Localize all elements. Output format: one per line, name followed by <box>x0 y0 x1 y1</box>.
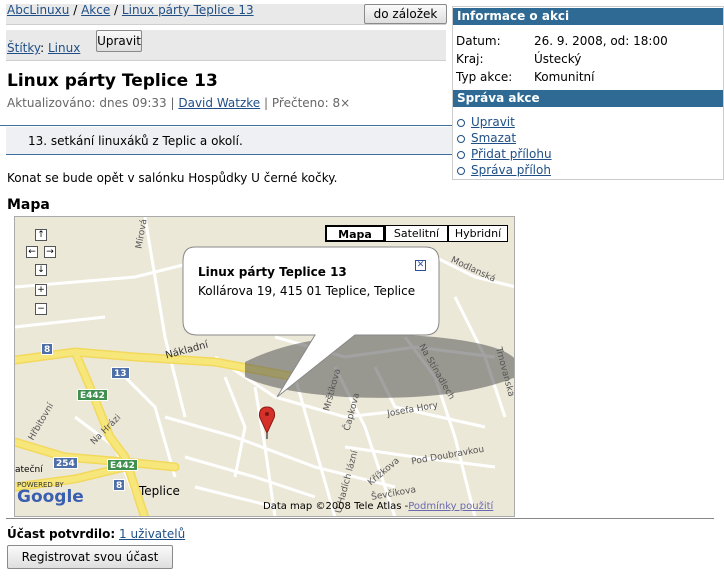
attendees-link[interactable]: 1 uživatelů <box>119 527 185 541</box>
author-link[interactable]: David Watzke <box>178 96 260 110</box>
google-logo[interactable]: POWERED BY Google <box>17 481 84 507</box>
breadcrumb-separator: / <box>73 3 78 17</box>
date-label: Datum: <box>456 34 501 48</box>
article-meta: Aktualizováno: dnes 09:33 | David Watzke… <box>7 96 350 110</box>
bullet-icon <box>457 166 465 175</box>
register-attendance-button[interactable]: Registrovat svou účast <box>7 545 173 569</box>
zoom-in-button[interactable]: + <box>35 284 47 296</box>
city-label: Teplice <box>139 484 180 498</box>
road-shield: 8 <box>41 343 54 355</box>
bullet-icon <box>457 150 465 159</box>
tags-label-link[interactable]: Štítky <box>7 41 40 55</box>
breadcrumb-link-abclinuxu[interactable]: AbcLinuxu <box>7 3 69 17</box>
bookmark-button[interactable]: do záložek <box>364 4 447 24</box>
admin-manage-attachments-link[interactable]: Správa příloh <box>471 163 551 177</box>
bullet-icon <box>457 134 465 143</box>
map-heading: Mapa <box>7 197 50 213</box>
updated-label: Aktualizováno: dnes 09:33 <box>7 96 167 110</box>
event-info-panel: Informace o akci Datum: 26. 9. 2008, od:… <box>452 6 724 180</box>
region-value: Ústecký <box>534 52 582 66</box>
pan-left-button[interactable]: ← <box>26 246 38 258</box>
tag-linux[interactable]: Linux <box>48 41 80 55</box>
breadcrumb-link-current[interactable]: Linux párty Teplice 13 <box>122 3 254 17</box>
street-label: ateční <box>15 465 43 475</box>
popup-title: Linux párty Teplice 13 <box>198 265 347 279</box>
perex-text: 13. setkání linuxáků z Teplic a okolí. <box>28 134 243 148</box>
road-shield: 13 <box>111 367 130 379</box>
road-shield: E442 <box>107 459 138 471</box>
region-label: Kraj: <box>456 52 484 66</box>
admin-item-manage-attachments: Správa příloh <box>457 163 551 177</box>
admin-delete-link[interactable]: Smazat <box>471 131 516 145</box>
read-count: Přečteno: 8× <box>271 96 351 110</box>
admin-add-attachment-link[interactable]: Přidat přílohu <box>471 147 552 161</box>
road-shield: 254 <box>53 457 78 469</box>
attendance: Účast potvrdilo: 1 uživatelů <box>7 527 185 541</box>
map-widget[interactable]: Mapa Satelitní Hybridní ↑ ← → ↓ + − Linu… <box>14 216 515 517</box>
admin-item-add-attachment: Přidat přílohu <box>457 147 552 161</box>
divider <box>6 518 714 519</box>
map-type-satellite-button[interactable]: Satelitní <box>385 225 448 242</box>
marker-dot <box>265 412 269 416</box>
type-value: Komunitní <box>534 70 595 84</box>
type-label: Typ akce: <box>456 70 513 84</box>
pan-up-button[interactable]: ↑ <box>35 229 47 241</box>
zoom-out-button[interactable]: − <box>35 303 47 315</box>
perex-box: 13. setkání linuxáků z Teplic a okolí. <box>6 127 452 155</box>
terms-link[interactable]: Podmínky použití <box>408 501 493 512</box>
admin-item-edit: Upravit <box>457 115 515 129</box>
edit-tags-button[interactable]: Upravit <box>96 30 142 52</box>
date-value: 26. 9. 2008, od: 18:00 <box>534 34 668 48</box>
popup-close-icon[interactable]: ✕ <box>415 260 426 271</box>
map-type-map-button[interactable]: Mapa <box>325 225 385 242</box>
meta-divider: | <box>264 96 269 110</box>
popup-address: Kollárova 19, 415 01 Teplice, Teplice <box>198 284 416 298</box>
road-shield: 8 <box>113 479 126 491</box>
meta-divider: | <box>170 96 175 110</box>
admin-item-delete: Smazat <box>457 131 516 145</box>
breadcrumb: AbcLinuxu / Akce / Linux párty Teplice 1… <box>7 3 254 17</box>
map-canvas[interactable] <box>15 217 515 517</box>
tags-colon: : <box>40 41 45 55</box>
article-body: Konat se bude opět v salónku Hospůdky U … <box>7 171 338 185</box>
road-shield: E442 <box>77 389 108 401</box>
pan-down-button[interactable]: ↓ <box>35 264 47 276</box>
event-info-heading: Informace o akci <box>453 8 723 25</box>
attendance-label: Účast potvrdilo: <box>7 527 116 541</box>
map-type-hybrid-button[interactable]: Hybridní <box>448 225 508 242</box>
page-title: Linux párty Teplice 13 <box>7 71 218 91</box>
breadcrumb-separator: / <box>114 3 119 17</box>
map-copyright: Data map ©2008 Tele Atlas -Podmínky použ… <box>263 501 493 512</box>
google-logo-text: Google <box>17 487 84 507</box>
divider <box>0 125 452 126</box>
admin-edit-link[interactable]: Upravit <box>471 115 515 129</box>
bullet-icon <box>457 118 465 127</box>
tags: Štítky: Linux <box>7 41 80 55</box>
pan-right-button[interactable]: → <box>44 246 56 258</box>
admin-heading: Správa akce <box>453 90 723 107</box>
copyright-text: Data map ©2008 Tele Atlas - <box>263 501 409 512</box>
breadcrumb-link-akce[interactable]: Akce <box>81 3 110 17</box>
